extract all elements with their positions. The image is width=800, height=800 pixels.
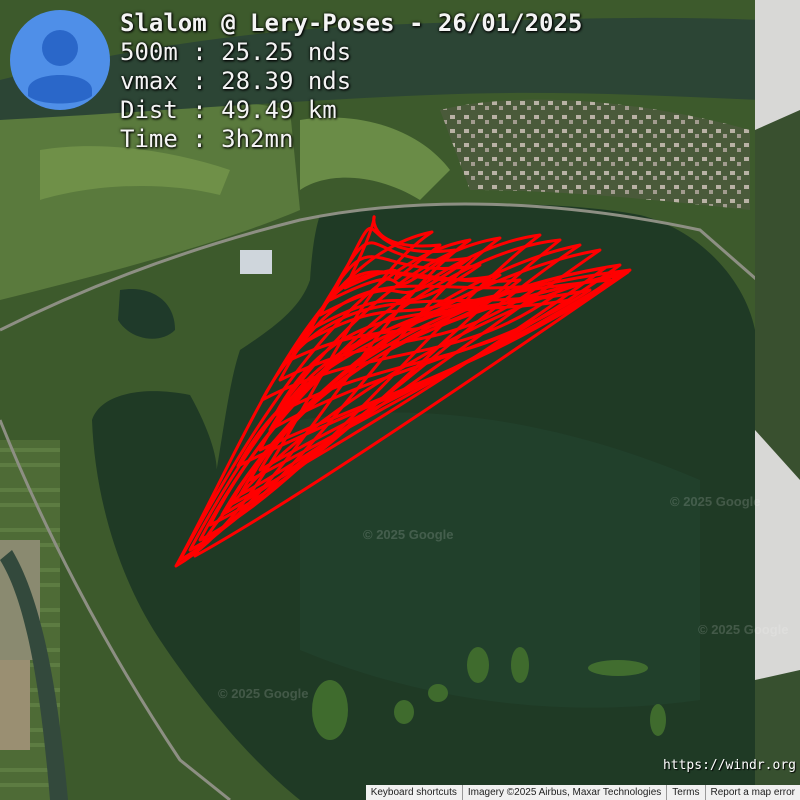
map-footer: Keyboard shortcuts Imagery ©2025 Airbus,… [365, 785, 800, 800]
right-strip-land [755, 110, 800, 480]
activity-title: Slalom @ Lery-Poses - 26/01/2025 [120, 9, 583, 37]
island [650, 704, 666, 736]
terms-link[interactable]: Terms [666, 785, 704, 800]
island [467, 647, 489, 683]
stat-vmax: vmax : 28.39 nds [120, 67, 352, 95]
activity-summary: Slalom @ Lery-Poses - 26/01/2025 500m : … [120, 8, 582, 154]
right-strip-land [755, 670, 800, 800]
island [511, 647, 529, 683]
stat-time: Time : 3h2mn [120, 125, 294, 153]
island [312, 680, 348, 740]
keyboard-shortcuts-link[interactable]: Keyboard shortcuts [366, 785, 462, 800]
map-watermark: © 2025 Google [363, 527, 454, 542]
stat-500m: 500m : 25.25 nds [120, 38, 352, 66]
building [240, 250, 272, 274]
island [428, 684, 448, 702]
map-watermark: © 2025 Google [670, 494, 761, 509]
stat-distance: Dist : 49.49 km [120, 96, 337, 124]
site-credit-link[interactable]: https://windr.org [663, 758, 796, 773]
map-watermark: © 2025 Google [218, 686, 309, 701]
map-watermark: © 2025 Google [698, 622, 789, 637]
user-avatar-icon[interactable] [10, 10, 110, 110]
island [394, 700, 414, 724]
report-error-link[interactable]: Report a map error [704, 785, 800, 800]
field [0, 660, 30, 750]
island [588, 660, 648, 676]
imagery-attribution: Imagery ©2025 Airbus, Maxar Technologies [461, 785, 666, 800]
